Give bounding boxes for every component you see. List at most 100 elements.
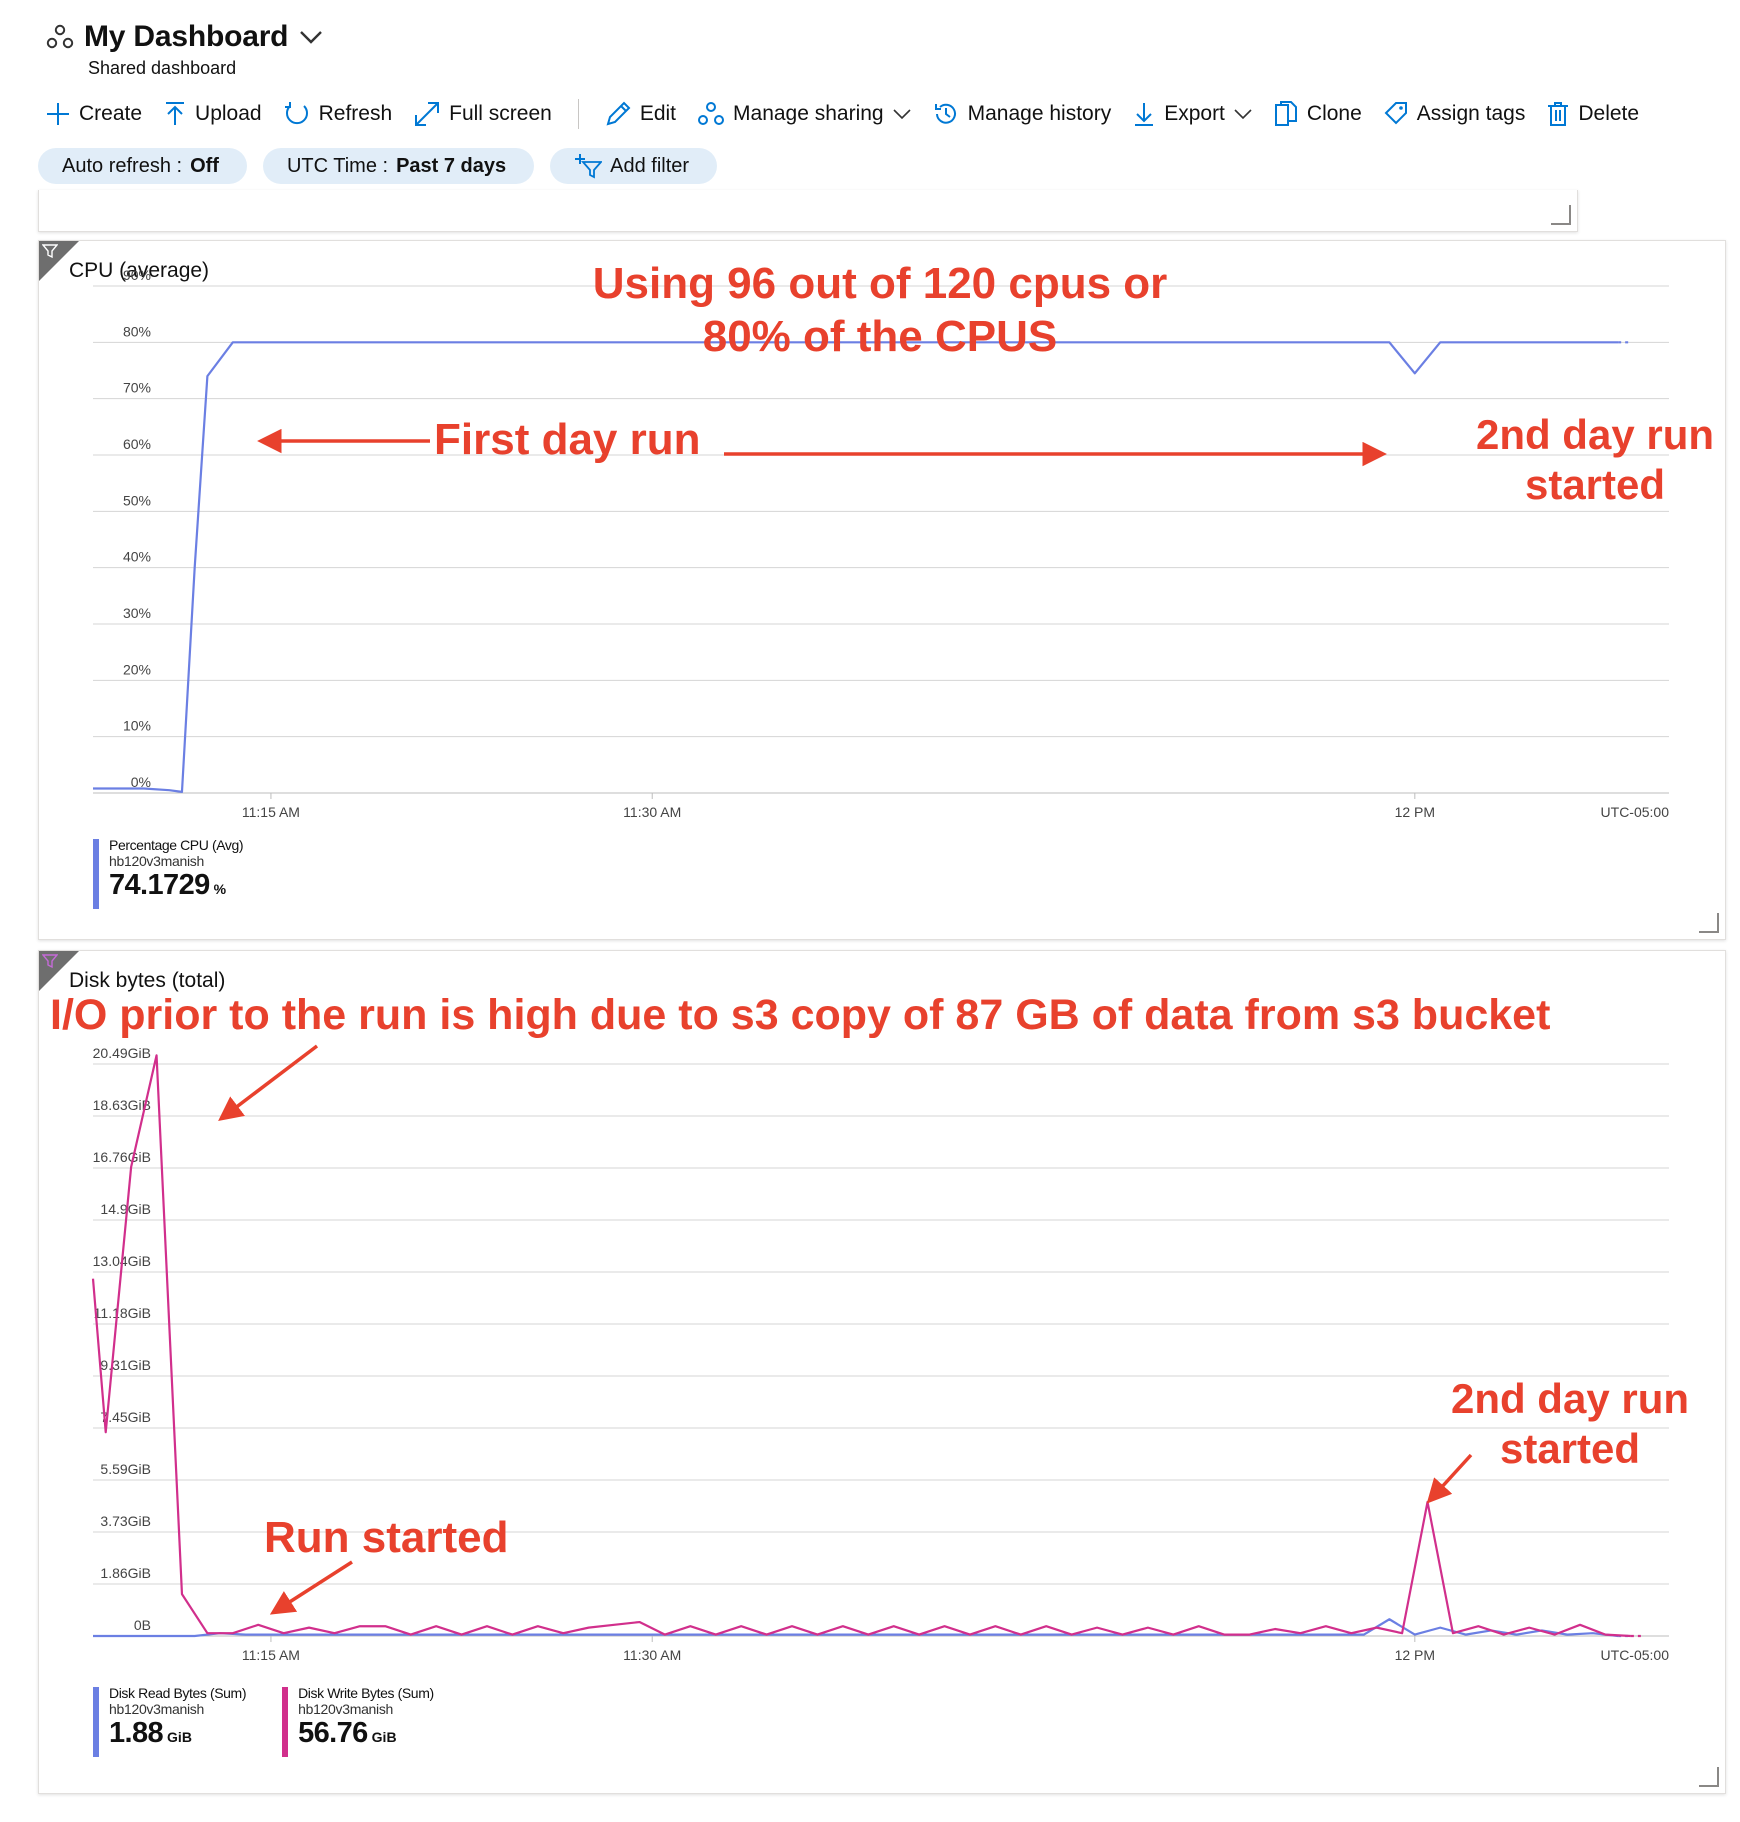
upload-icon	[166, 102, 185, 125]
manage-sharing-label: Manage sharing	[733, 102, 884, 125]
pencil-icon	[606, 101, 631, 126]
filter-bar: Auto refresh : Off UTC Time : Past 7 day…	[38, 148, 718, 184]
x-tick-label: 12 PM	[1395, 1647, 1435, 1663]
time-range-pill[interactable]: UTC Time : Past 7 days	[262, 148, 535, 184]
y-tick-label: 18.63GiB	[93, 1097, 151, 1113]
refresh-icon	[284, 102, 308, 125]
legend-value: 74.1729	[109, 869, 210, 901]
legend-item-write[interactable]: Disk Write Bytes (Sum) hb120v3manish 56.…	[282, 1685, 434, 1757]
y-tick-label: 3.73GiB	[100, 1513, 151, 1529]
add-filter-button[interactable]: Add filter	[550, 148, 718, 184]
legend-unit: GiB	[371, 1729, 397, 1745]
manage-history-label: Manage history	[967, 102, 1112, 125]
legend-color-bar	[93, 1687, 99, 1757]
create-button[interactable]: Create	[46, 102, 142, 126]
annotation-second-day-cpu: 2nd day run started	[1460, 410, 1730, 511]
clone-label: Clone	[1306, 102, 1362, 125]
auto-refresh-pill[interactable]: Auto refresh : Off	[38, 148, 247, 184]
time-range-value: Past 7 days	[396, 154, 507, 177]
legend-unit: %	[213, 881, 227, 897]
toolbar-divider	[577, 99, 579, 129]
time-range-label: UTC Time :	[286, 154, 389, 177]
resize-handle[interactable]	[1699, 1767, 1719, 1787]
auto-refresh-label: Auto refresh :	[62, 154, 183, 177]
legend-series-name: Disk Read Bytes (Sum)	[109, 1685, 247, 1701]
y-tick-label: 11.18GiB	[94, 1305, 151, 1321]
annotation-cpu-usage-line2: 80% of the CPUS	[702, 311, 1058, 361]
dashboard-title[interactable]: My Dashboard	[84, 20, 289, 54]
legend-series-name: Disk Write Bytes (Sum)	[298, 1685, 434, 1701]
tag-icon	[1384, 102, 1407, 125]
series-line-percentage-cpu-avg	[93, 341, 1619, 793]
x-tick-label: 11:30 AM	[623, 804, 681, 820]
edit-label: Edit	[639, 102, 677, 125]
assign-tags-button[interactable]: Assign tags	[1384, 101, 1526, 127]
assign-tags-label: Assign tags	[1416, 102, 1526, 125]
annotation-second-day-cpu-line1: 2nd day run	[1475, 411, 1715, 458]
fullscreen-button[interactable]: Full screen	[414, 101, 552, 127]
y-tick-label: 5.59GiB	[100, 1461, 151, 1477]
legend-item-read[interactable]: Disk Read Bytes (Sum) hb120v3manish 1.88…	[93, 1685, 247, 1757]
annotation-run-started: Run started	[264, 1513, 509, 1562]
y-tick-label: 20%	[123, 661, 151, 677]
history-icon	[934, 103, 956, 124]
disk-legend: Disk Read Bytes (Sum) hb120v3manish 1.88…	[93, 1685, 470, 1757]
y-tick-label: 16.76GiB	[93, 1149, 151, 1165]
y-tick-label: 10%	[123, 718, 151, 734]
export-button[interactable]: Export	[1133, 101, 1252, 127]
download-icon	[1135, 103, 1154, 126]
annotation-first-day: First day run	[434, 415, 701, 464]
clone-button[interactable]: Clone	[1274, 101, 1362, 127]
timezone-label: UTC-05:00	[1601, 804, 1670, 820]
export-label: Export	[1164, 102, 1225, 125]
y-tick-label: 40%	[123, 549, 151, 565]
command-bar: Create Upload Refresh Full screen Edit M…	[46, 96, 1661, 132]
annotation-second-day-cpu-line2: started	[1524, 461, 1666, 509]
y-tick-label: 30%	[123, 605, 151, 621]
legend-item-cpu[interactable]: Percentage CPU (Avg) hb120v3manish 74.17…	[93, 837, 244, 909]
legend-series-name: Percentage CPU (Avg)	[109, 837, 244, 853]
delete-button[interactable]: Delete	[1547, 101, 1639, 127]
series-line-disk-read-bytes-sum	[93, 1618, 1619, 1638]
resize-handle[interactable]	[1699, 913, 1719, 933]
y-tick-label: 1.86GiB	[100, 1565, 151, 1581]
legend-resource: hb120v3manish	[109, 1701, 204, 1717]
timezone-label: UTC-05:00	[1601, 1647, 1670, 1663]
expand-icon	[415, 102, 440, 126]
x-tick-label: 11:15 AM	[242, 1647, 300, 1663]
annotation-cpu-usage: Using 96 out of 120 cpus or 80% of the C…	[580, 258, 1180, 364]
y-tick-label: 70%	[123, 380, 151, 396]
manage-history-button[interactable]: Manage history	[933, 101, 1112, 127]
y-tick-label: 0B	[134, 1617, 151, 1633]
share-icon	[698, 102, 725, 125]
y-tick-label: 50%	[123, 492, 151, 508]
y-tick-label: 60%	[123, 436, 151, 452]
disk-tile[interactable]: Disk bytes (total) 0B 1.86GiB 3.73GiB 5.59G…	[38, 950, 1726, 1794]
y-tick-label: 80%	[123, 323, 151, 339]
legend-value: 1.88	[109, 1717, 164, 1749]
y-tick-label: 9.31GiB	[100, 1357, 151, 1373]
edit-button[interactable]: Edit	[605, 101, 676, 127]
upload-button[interactable]: Upload	[164, 101, 262, 127]
legend-unit: GiB	[167, 1729, 192, 1745]
legend-color-bar	[93, 839, 99, 909]
refresh-button[interactable]: Refresh	[284, 101, 393, 127]
annotation-second-day-disk: 2nd day run started	[1420, 1374, 1720, 1475]
refresh-label: Refresh	[318, 102, 393, 125]
resize-handle[interactable]	[1551, 205, 1571, 225]
x-tick-label: 12 PM	[1395, 804, 1435, 820]
trash-icon	[1548, 102, 1569, 126]
add-filter-icon	[575, 154, 603, 179]
auto-refresh-value: Off	[190, 154, 219, 177]
chevron-down-icon[interactable]	[298, 27, 324, 47]
upload-label: Upload	[195, 102, 262, 125]
disk-line-chart: 0B1.86GiB3.73GiB5.59GiB7.45GiB9.31GiB11.…	[91, 1045, 1670, 1663]
plus-icon	[47, 103, 69, 125]
legend-resource: hb120v3manish	[109, 853, 204, 869]
dashboard-header: My Dashboard Shared dashboard	[46, 20, 324, 79]
manage-sharing-button[interactable]: Manage sharing	[698, 101, 911, 127]
annotation-cpu-usage-line1: Using 96 out of 120 cpus or	[592, 259, 1168, 308]
y-tick-label: 20.49GiB	[93, 1045, 151, 1061]
x-tick-label: 11:30 AM	[623, 1647, 681, 1663]
x-tick-label: 11:15 AM	[242, 804, 300, 820]
